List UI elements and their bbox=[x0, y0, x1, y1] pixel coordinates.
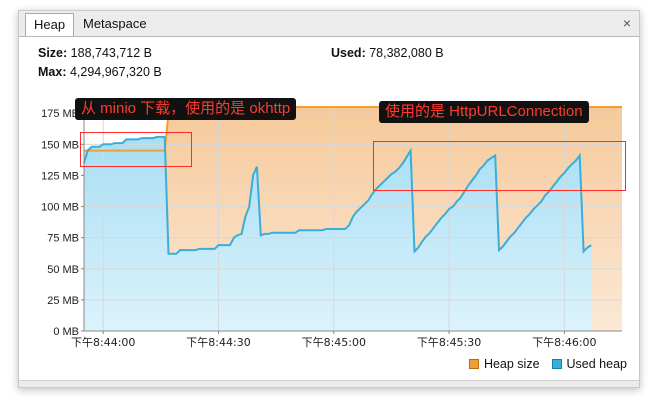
x-tick-label-3: 下午8:45:30 bbox=[417, 336, 481, 349]
legend-heap-size-label: Heap size bbox=[483, 357, 540, 371]
annotation-okhttp: 从 minio 下载，使用的是 okhttp bbox=[75, 98, 297, 120]
bottom-strip bbox=[19, 380, 639, 387]
monitor-window: Heap Metaspace × Size: 188,743,712 B Use… bbox=[18, 10, 640, 388]
y-tick-label-3: 75 MB bbox=[47, 233, 79, 245]
legend-used-heap-label: Used heap bbox=[566, 357, 627, 371]
highlight-box-okhttp bbox=[80, 132, 192, 167]
y-tick-label-2: 50 MB bbox=[47, 264, 79, 276]
x-tick-label-0: 下午8:44:00 bbox=[71, 336, 135, 349]
legend-used-heap: Used heap bbox=[551, 357, 627, 371]
chart-legend: Heap size Used heap bbox=[457, 357, 627, 371]
x-tick-label-2: 下午8:45:00 bbox=[302, 336, 366, 349]
annotation-httpurlconnection: 使用的是 HttpURLConnection bbox=[379, 101, 589, 123]
x-tick-label-1: 下午8:44:30 bbox=[186, 336, 250, 349]
legend-heap-size: Heap size bbox=[468, 357, 540, 371]
highlight-box-httpurlconnection bbox=[373, 141, 626, 191]
heap-chart: 0 MB25 MB50 MB75 MB100 MB125 MB150 MB175… bbox=[41, 106, 622, 349]
legend-used-heap-swatch bbox=[551, 359, 562, 369]
x-tick-label-4: 下午8:46:00 bbox=[532, 336, 596, 349]
y-tick-label-5: 125 MB bbox=[41, 170, 79, 182]
y-tick-label-1: 25 MB bbox=[47, 295, 79, 307]
y-tick-label-6: 150 MB bbox=[41, 139, 79, 151]
legend-heap-size-swatch bbox=[468, 359, 479, 369]
y-tick-label-4: 100 MB bbox=[41, 202, 79, 214]
y-tick-label-7: 175 MB bbox=[41, 108, 79, 120]
